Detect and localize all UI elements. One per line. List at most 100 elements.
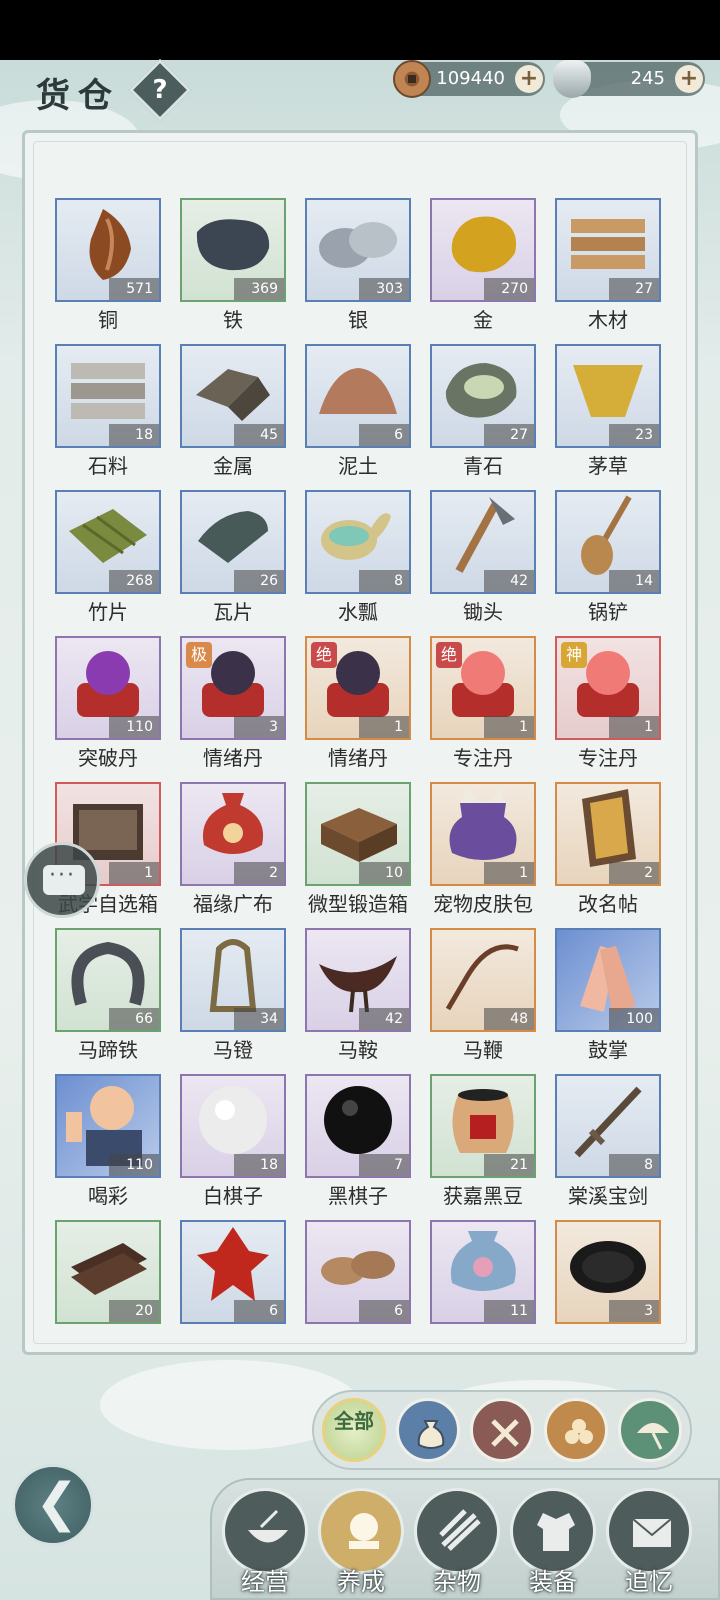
nav-tab-business[interactable]: 经营 (220, 1488, 310, 1598)
item-tile[interactable]: 18 (55, 344, 161, 448)
item-tile[interactable]: 100 (555, 928, 661, 1032)
inventory-item[interactable]: 110 喝彩 (55, 1074, 161, 1208)
inventory-grid[interactable]: 571 铜 369 铁 303 银 270 金 27 木材 18 石料 45 金属 6 泥土 27 青石 23 茅草 2… (33, 141, 687, 1344)
item-tile[interactable]: 270 (430, 198, 536, 302)
item-tile[interactable]: 571 (55, 198, 161, 302)
inventory-item[interactable]: 66 马蹄铁 (55, 928, 161, 1062)
item-tile[interactable]: 268 (55, 490, 161, 594)
help-button[interactable]: ? (128, 58, 192, 122)
inventory-item[interactable]: 100 鼓掌 (555, 928, 661, 1062)
item-tile[interactable]: 66 (55, 928, 161, 1032)
item-tile[interactable]: 42 (430, 490, 536, 594)
item-tile[interactable]: 48 (430, 928, 536, 1032)
item-count: 1 (609, 716, 659, 738)
item-tile[interactable]: 23 (555, 344, 661, 448)
nav-tab-memories[interactable]: 追忆 (604, 1488, 694, 1598)
inventory-item[interactable]: 110 突破丹 (55, 636, 161, 770)
filter-all-button[interactable]: 全部 (322, 1398, 386, 1462)
inventory-item[interactable]: 303 银 (305, 198, 411, 332)
item-tile[interactable]: 1 (430, 782, 536, 886)
inventory-item[interactable]: 42 锄头 (430, 490, 536, 624)
item-tile[interactable]: 18 (180, 1074, 286, 1178)
item-tile[interactable]: 303 (305, 198, 411, 302)
item-tile[interactable]: 2 (180, 782, 286, 886)
inventory-item[interactable]: 10 微型锻造箱 (305, 782, 411, 916)
inventory-item[interactable]: 270 金 (430, 198, 536, 332)
filter-tools-button[interactable] (470, 1398, 534, 1462)
item-tile[interactable]: 7 (305, 1074, 411, 1178)
inventory-item[interactable]: 2 改名帖 (555, 782, 661, 916)
item-tile[interactable]: 34 (180, 928, 286, 1032)
inventory-item[interactable]: 8 水瓢 (305, 490, 411, 624)
item-tile[interactable]: 26 (180, 490, 286, 594)
inventory-item[interactable]: 1 宠物皮肤包 (430, 782, 536, 916)
inventory-item[interactable]: 18 石料 (55, 344, 161, 478)
inventory-item[interactable]: 48 马鞭 (430, 928, 536, 1062)
inventory-item[interactable]: 8 棠溪宝剑 (555, 1074, 661, 1208)
item-tile[interactable]: 42 (305, 928, 411, 1032)
inventory-item[interactable]: 21 获嘉黑豆 (430, 1074, 536, 1208)
item-tile[interactable]: 绝1 (430, 636, 536, 740)
inventory-item[interactable]: 268 竹片 (55, 490, 161, 624)
item-tile[interactable]: 6 (305, 344, 411, 448)
item-count: 1 (109, 862, 159, 884)
inventory-item[interactable]: 绝 1 情绪丹 (305, 636, 411, 770)
inventory-item[interactable]: 7 黑棋子 (305, 1074, 411, 1208)
add-copper-button[interactable]: + (515, 65, 543, 93)
inventory-item[interactable]: 27 青石 (430, 344, 536, 478)
item-tile[interactable]: 110 (55, 1074, 161, 1178)
inventory-item[interactable]: 极 3 情绪丹 (180, 636, 286, 770)
item-tile[interactable]: 10 (305, 782, 411, 886)
inventory-item[interactable]: 6 (305, 1220, 411, 1343)
item-tile[interactable]: 8 (305, 490, 411, 594)
item-tile[interactable]: 极3 (180, 636, 286, 740)
item-tile[interactable]: 2 (555, 782, 661, 886)
nav-tab-sundries[interactable]: 杂物 (412, 1488, 502, 1598)
saddle-icon (313, 934, 403, 1018)
inventory-item[interactable]: 3 (555, 1220, 661, 1343)
inventory-item[interactable]: 23 茅草 (555, 344, 661, 478)
item-tile[interactable]: 369 (180, 198, 286, 302)
item-tile[interactable]: 14 (555, 490, 661, 594)
item-tile[interactable]: 21 (430, 1074, 536, 1178)
inventory-item[interactable]: 27 木材 (555, 198, 661, 332)
item-name: 改名帖 (578, 892, 638, 916)
item-tile[interactable]: 绝1 (305, 636, 411, 740)
inventory-item[interactable]: 2 福缘广布 (180, 782, 286, 916)
inventory-item[interactable]: 11 (430, 1220, 536, 1343)
nav-tab-equipment[interactable]: 装备 (508, 1488, 598, 1598)
inventory-item[interactable]: 绝 1 专注丹 (430, 636, 536, 770)
inventory-item[interactable]: 369 铁 (180, 198, 286, 332)
item-tile[interactable]: 6 (180, 1220, 286, 1324)
item-tile[interactable]: 3 (555, 1220, 661, 1324)
chat-button[interactable] (24, 842, 100, 918)
inventory-item[interactable]: 18 白棋子 (180, 1074, 286, 1208)
item-tile[interactable]: 20 (55, 1220, 161, 1324)
item-name: 黑棋子 (328, 1184, 388, 1208)
inventory-item[interactable]: 26 瓦片 (180, 490, 286, 624)
inventory-item[interactable]: 14 锅铲 (555, 490, 661, 624)
inventory-item[interactable]: 45 金属 (180, 344, 286, 478)
filter-misc-button[interactable] (618, 1398, 682, 1462)
inventory-item[interactable]: 42 马鞍 (305, 928, 411, 1062)
item-tile[interactable]: 27 (555, 198, 661, 302)
inventory-item[interactable]: 6 (180, 1220, 286, 1343)
item-tile[interactable]: 神1 (555, 636, 661, 740)
item-tile[interactable]: 11 (430, 1220, 536, 1324)
item-tile[interactable]: 110 (55, 636, 161, 740)
back-button[interactable]: ❮ (12, 1464, 94, 1546)
gold-ore-icon (443, 209, 523, 283)
inventory-item[interactable]: 6 泥土 (305, 344, 411, 478)
item-tile[interactable]: 8 (555, 1074, 661, 1178)
inventory-item[interactable]: 571 铜 (55, 198, 161, 332)
inventory-item[interactable]: 神 1 专注丹 (555, 636, 661, 770)
add-silver-button[interactable]: + (675, 65, 703, 93)
item-tile[interactable]: 6 (305, 1220, 411, 1324)
inventory-item[interactable]: 20 (55, 1220, 161, 1343)
filter-bag-button[interactable] (396, 1398, 460, 1462)
nav-tab-growth[interactable]: 养成 (316, 1488, 406, 1598)
filter-materials-button[interactable] (544, 1398, 608, 1462)
inventory-item[interactable]: 34 马镫 (180, 928, 286, 1062)
item-tile[interactable]: 45 (180, 344, 286, 448)
item-tile[interactable]: 27 (430, 344, 536, 448)
